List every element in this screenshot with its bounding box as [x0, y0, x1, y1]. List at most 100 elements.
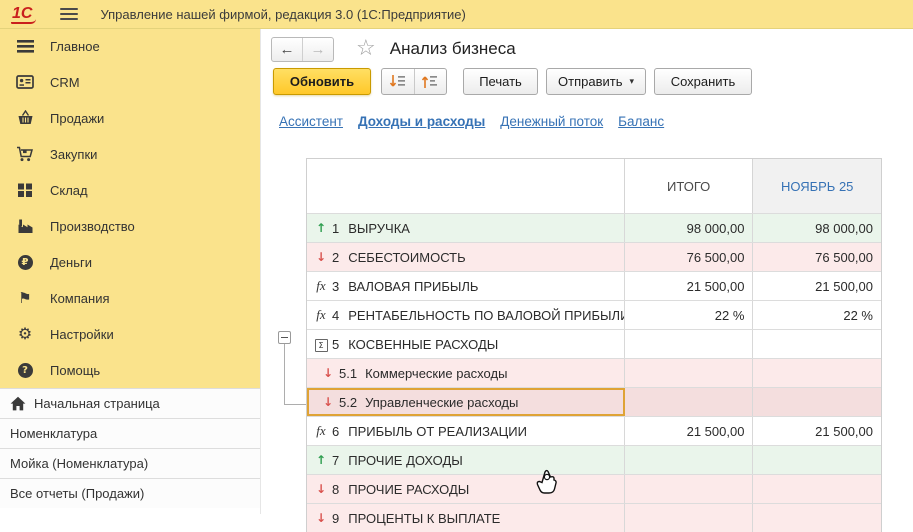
sidebar-item[interactable]: ⚑ Компания	[0, 280, 260, 316]
table-row[interactable]: ↑ 7 ПРОЧИЕ ДОХОДЫ	[307, 445, 881, 474]
expand-all-button[interactable]	[382, 69, 415, 94]
sidebar-item[interactable]: CRM	[0, 64, 260, 100]
period-value-cell[interactable]	[753, 504, 881, 532]
sidebar-sections: Главное CRM Продажи Закупки Склад Производств…	[0, 28, 260, 388]
factory-icon	[16, 217, 34, 235]
open-window-item[interactable]: Начальная страница	[0, 388, 260, 418]
row-label-cell[interactable]: ↓ 2 СЕБЕСТОИМОСТЬ	[307, 243, 625, 271]
itogo-value-cell[interactable]	[625, 388, 754, 416]
up-arrow-icon: ↑	[315, 453, 327, 467]
collapse-group-toggle[interactable]	[278, 331, 291, 344]
refresh-button[interactable]: Обновить	[273, 68, 371, 95]
period-value-cell[interactable]	[753, 359, 881, 387]
itogo-value-cell[interactable]: 21 500,00	[625, 417, 754, 445]
collapse-all-icon	[422, 75, 438, 88]
row-number: 5.1	[339, 365, 358, 381]
header-period-column[interactable]: НОЯБРЬ 25	[753, 159, 881, 213]
favorite-star-icon[interactable]: ☆	[356, 38, 376, 60]
table-row[interactable]: ↓ 5.1 Коммерческие расходы	[307, 358, 881, 387]
report-toolbar: Обновить Печать Отправить ▾ Сохранить	[261, 68, 913, 98]
row-number: 3	[332, 278, 340, 294]
send-button[interactable]: Отправить ▾	[546, 68, 646, 95]
table-row[interactable]: Σ 5 КОСВЕННЫЕ РАСХОДЫ	[307, 329, 881, 358]
sidebar-item-label: Главное	[50, 38, 100, 54]
sidebar-item[interactable]: Производство	[0, 208, 260, 244]
sidebar-item-label: Помощь	[50, 362, 101, 378]
cart-icon	[16, 145, 34, 163]
down-arrow-icon: ↓	[315, 511, 327, 525]
itogo-value-cell[interactable]	[625, 359, 754, 387]
flag-icon: ⚑	[18, 289, 32, 307]
row-label-cell[interactable]: Σ 5 КОСВЕННЫЕ РАСХОДЫ	[307, 330, 625, 358]
main-area: ← → ☆ Анализ бизнеса Обновить Печать Отп…	[260, 28, 913, 532]
itogo-value-cell[interactable]: 22 %	[625, 301, 754, 329]
itogo-value-cell[interactable]: 21 500,00	[625, 272, 754, 300]
sidebar-item[interactable]: ₽ Деньги	[0, 244, 260, 280]
row-label-cell[interactable]: ↓ 8 ПРОЧИЕ РАСХОДЫ	[307, 475, 625, 503]
row-label-cell[interactable]: fx 3 ВАЛОВАЯ ПРИБЫЛЬ	[307, 272, 625, 300]
open-window-item[interactable]: Все отчеты (Продажи)	[0, 478, 260, 508]
forward-button[interactable]: →	[303, 38, 333, 61]
row-label: ПРОЧИЕ РАСХОДЫ	[348, 481, 470, 497]
down-arrow-icon: ↓	[315, 250, 327, 264]
period-value-cell[interactable]	[753, 475, 881, 503]
sidebar-item[interactable]: Главное	[0, 28, 260, 64]
back-button[interactable]: ←	[272, 37, 303, 61]
gear-icon: ⚙	[17, 324, 33, 343]
period-value-cell[interactable]: 21 500,00	[753, 417, 881, 445]
sidebar-item[interactable]: ? Помощь	[0, 352, 260, 388]
table-row[interactable]: ↓ 5.2 Управленческие расходы	[307, 387, 881, 416]
table-row[interactable]: ↓ 2 СЕБЕСТОИМОСТЬ 76 500,00 76 500,00	[307, 242, 881, 271]
period-value-cell[interactable]	[753, 446, 881, 474]
table-row[interactable]: ↑ 1 ВЫРУЧКА 98 000,00 98 000,00	[307, 213, 881, 242]
row-label-cell[interactable]: ↓ 9 ПРОЦЕНТЫ К ВЫПЛАТЕ	[307, 504, 625, 532]
row-label: КОСВЕННЫЕ РАСХОДЫ	[348, 336, 499, 352]
row-label-cell[interactable]: ↓ 5.2 Управленческие расходы	[307, 388, 625, 416]
row-label: СЕБЕСТОИМОСТЬ	[348, 249, 466, 265]
period-value-cell[interactable]: 98 000,00	[753, 214, 881, 242]
row-label-cell[interactable]: ↑ 1 ВЫРУЧКА	[307, 214, 625, 242]
row-label-cell[interactable]: fx 6 ПРИБЫЛЬ ОТ РЕАЛИЗАЦИИ	[307, 417, 625, 445]
table-row[interactable]: fx 4 РЕНТАБЕЛЬНОСТЬ ПО ВАЛОВОЙ ПРИБЫЛИ 22 %…	[307, 300, 881, 329]
print-button[interactable]: Печать	[463, 68, 538, 95]
group-sum-icon: Σ	[314, 337, 328, 352]
row-label-cell[interactable]: ↑ 7 ПРОЧИЕ ДОХОДЫ	[307, 446, 625, 474]
tree-line	[284, 404, 306, 405]
open-window-item[interactable]: Мойка (Номенклатура)	[0, 448, 260, 478]
chevron-down-icon: ▾	[629, 76, 634, 86]
open-window-item[interactable]: Номенклатура	[0, 418, 260, 448]
itogo-value-cell[interactable]: 76 500,00	[625, 243, 754, 271]
period-value-cell[interactable]	[753, 330, 881, 358]
navigation-row: ← → ☆ Анализ бизнеса	[261, 35, 516, 63]
table-row[interactable]: ↓ 8 ПРОЧИЕ РАСХОДЫ	[307, 474, 881, 503]
itogo-value-cell[interactable]	[625, 475, 754, 503]
itogo-value-cell[interactable]	[625, 330, 754, 358]
itogo-value-cell[interactable]	[625, 446, 754, 474]
main-menu-icon[interactable]	[60, 8, 79, 20]
sidebar-item[interactable]: ⚙ Настройки	[0, 316, 260, 352]
table-row[interactable]: fx 6 ПРИБЫЛЬ ОТ РЕАЛИЗАЦИИ 21 500,00 21 500,…	[307, 416, 881, 445]
table-row[interactable]: ↓ 9 ПРОЦЕНТЫ К ВЫПЛАТЕ	[307, 503, 881, 532]
row-label-cell[interactable]: ↓ 5.1 Коммерческие расходы	[307, 359, 625, 387]
down-arrow-icon: ↓	[322, 395, 334, 409]
sidebar-item[interactable]: Склад	[0, 172, 260, 208]
period-value-cell[interactable]: 21 500,00	[753, 272, 881, 300]
row-number: 5	[332, 336, 340, 352]
table-row[interactable]: fx 3 ВАЛОВАЯ ПРИБЫЛЬ 21 500,00 21 500,00	[307, 271, 881, 300]
period-value-cell[interactable]: 22 %	[753, 301, 881, 329]
sidebar-item-label: Производство	[50, 218, 135, 234]
itogo-value-cell[interactable]: 98 000,00	[625, 214, 754, 242]
report-tab[interactable]: Ассистент	[279, 114, 343, 129]
row-label-cell[interactable]: fx 4 РЕНТАБЕЛЬНОСТЬ ПО ВАЛОВОЙ ПРИБЫЛИ	[307, 301, 625, 329]
sidebar-item[interactable]: Закупки	[0, 136, 260, 172]
sidebar-item[interactable]: Продажи	[0, 100, 260, 136]
save-button[interactable]: Сохранить	[654, 68, 752, 95]
period-value-cell[interactable]	[753, 388, 881, 416]
sidebar-item-label: Склад	[50, 182, 88, 198]
period-value-cell[interactable]: 76 500,00	[753, 243, 881, 271]
report-tab[interactable]: Денежный поток	[500, 114, 603, 129]
report-tab[interactable]: Баланс	[618, 114, 664, 129]
report-tab[interactable]: Доходы и расходы	[358, 114, 485, 129]
itogo-value-cell[interactable]	[625, 504, 754, 532]
collapse-all-button[interactable]	[415, 69, 447, 94]
